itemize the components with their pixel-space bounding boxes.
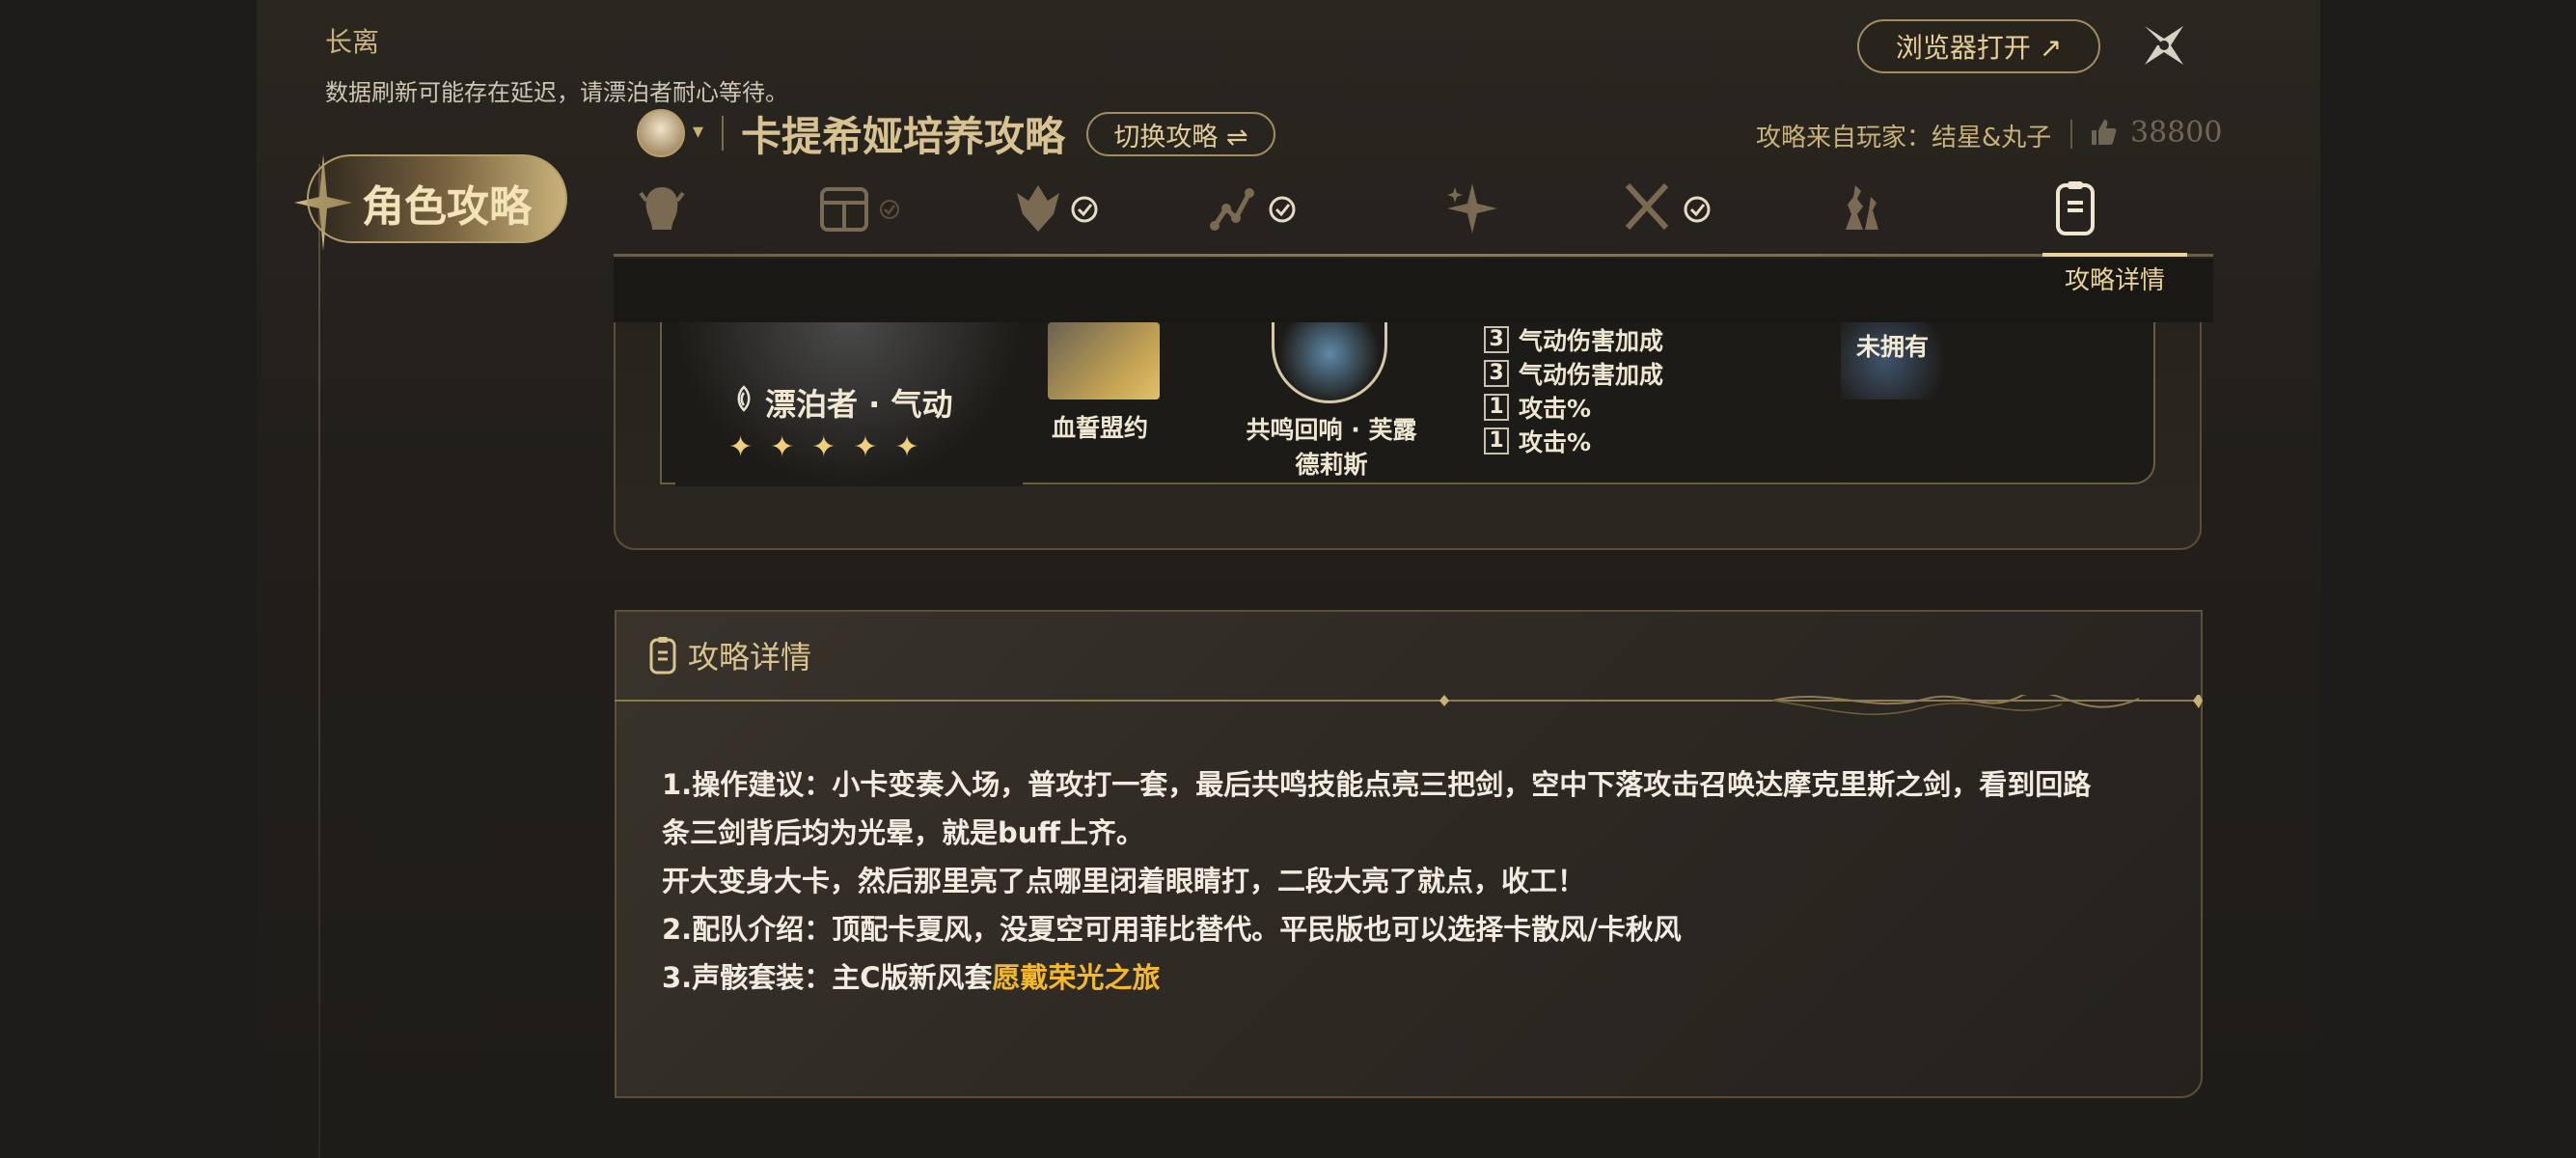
switch-guide-label: 切换攻略 ⇌ — [1113, 122, 1248, 152]
detail-line: 2.配队介绍：顶配卡夏风，没夏空可用菲比替代。平民版也可以选择卡散风/卡秋风 — [662, 913, 1682, 946]
skill-tree-icon — [1210, 188, 1296, 231]
stat-count: 1 — [1484, 393, 1509, 421]
role-guide-label: 角色攻略 — [362, 182, 532, 232]
close-icon — [2145, 26, 2183, 65]
window-title: 长离 — [325, 26, 380, 58]
character-icon — [639, 187, 685, 230]
stat-row: 3 气动伤害加成 — [1484, 356, 1663, 390]
echo-name: 共鸣回响 · 芙露德莉斯 — [1246, 416, 1417, 479]
stat-count: 1 — [1484, 427, 1509, 455]
stat-label: 气动伤害加成 — [1519, 326, 1664, 355]
close-button[interactable] — [2140, 21, 2188, 69]
header-shade — [614, 259, 2213, 322]
meta-divider — [2070, 120, 2072, 149]
detail-line: 1.操作建议：小卡变奏入场，普攻打一套，最后共鸣技能点亮三把剑，空中下落攻击召唤… — [662, 768, 2092, 801]
stat-label: 攻击% — [1519, 427, 1592, 456]
stat-count: 3 — [1484, 359, 1509, 387]
crossed-swords-icon — [1625, 182, 1711, 231]
tab-character[interactable] — [614, 170, 710, 247]
detail-line: 3.声骸套装：主C版新风套愿戴荣光之旅 — [662, 953, 2167, 1002]
tab-active-indicator — [2042, 253, 2187, 257]
team-icon — [1846, 185, 1878, 230]
character-name: 漂泊者 · 气动 — [765, 386, 953, 423]
tab-weapon[interactable] — [1622, 170, 1718, 247]
guide-tabs — [614, 170, 2213, 266]
title-divider — [722, 116, 724, 151]
stat-row: 1 攻击% — [1484, 390, 1663, 424]
tab-resonance[interactable] — [811, 170, 908, 247]
detail-line: 开大变身大卡，然后那里亮了点哪里闭着眼睛打，二段大亮了就点，收工！ — [662, 865, 1586, 897]
echo-stat-list: 3 气动伤害加成 3 气动伤害加成 1 攻击% 1 攻击% — [1484, 322, 1663, 457]
weapon-name: 血誓盟约 — [1052, 414, 1149, 442]
left-backdrop — [0, 0, 257, 1158]
aero-element-icon — [737, 385, 751, 412]
tab-echo[interactable] — [1009, 170, 1106, 247]
switch-guide-button[interactable]: 切换攻略 ⇌ — [1086, 112, 1275, 156]
tab-team[interactable] — [1815, 170, 1911, 247]
tab-forte[interactable] — [1424, 170, 1521, 247]
guide-title: 卡提希娅培养攻略 — [741, 113, 1066, 160]
tab-active-label[interactable]: 攻略详情 — [2065, 261, 2165, 296]
stat-label: 攻击% — [1519, 394, 1592, 423]
open-in-browser-label: 浏览器打开 ↗ — [1895, 32, 2063, 64]
stat-row: 3 气动伤害加成 — [1484, 322, 1663, 356]
right-backdrop — [2320, 0, 2576, 1158]
chevron-down-icon[interactable]: ▾ — [693, 120, 703, 144]
thumbs-up-icon[interactable] — [2088, 117, 2119, 148]
sparkle-icon — [1447, 183, 1497, 234]
stat-count: 3 — [1484, 325, 1509, 353]
detail-line: 条三剑背后均为光晕，就是buff上齐。 — [662, 816, 1144, 849]
avatar[interactable] — [637, 109, 685, 157]
guide-author: 攻略来自玩家：结星&丸子 — [1756, 124, 2052, 152]
sidebar-rail — [318, 164, 320, 1158]
detail-divider — [615, 695, 2203, 715]
guide-detail-body: 1.操作建议：小卡变奏入场，普攻打一套，最后共鸣技能点亮三把剑，空中下落攻击召唤… — [662, 760, 2167, 1002]
not-owned-label: 未拥有 — [1856, 333, 1930, 361]
tab-guide-detail[interactable] — [2027, 170, 2124, 247]
echo-set-link[interactable]: 愿戴荣光之旅 — [992, 961, 1160, 994]
resonance-icon — [820, 187, 899, 232]
stat-row: 1 攻击% — [1484, 424, 1663, 457]
tab-baseline — [614, 254, 2213, 257]
echo-icon — [1017, 185, 1098, 232]
rarity-stars: ✦✦✦✦✦ — [728, 430, 937, 464]
open-in-browser-button[interactable]: 浏览器打开 ↗ — [1857, 19, 2100, 73]
stat-label: 气动伤害加成 — [1519, 360, 1664, 389]
like-count: 38800 — [2130, 116, 2223, 150]
tab-skill-tree[interactable] — [1207, 170, 1303, 247]
guide-detail-header: 攻略详情 — [688, 639, 812, 676]
clipboard-icon — [2056, 181, 2095, 235]
clipboard-icon — [649, 637, 676, 675]
weapon-image[interactable] — [1048, 322, 1160, 400]
detail-line-prefix: 3.声骸套装：主C版新风套 — [662, 961, 993, 994]
refresh-notice: 数据刷新可能存在延迟，请漂泊者耐心等待。 — [325, 79, 788, 106]
